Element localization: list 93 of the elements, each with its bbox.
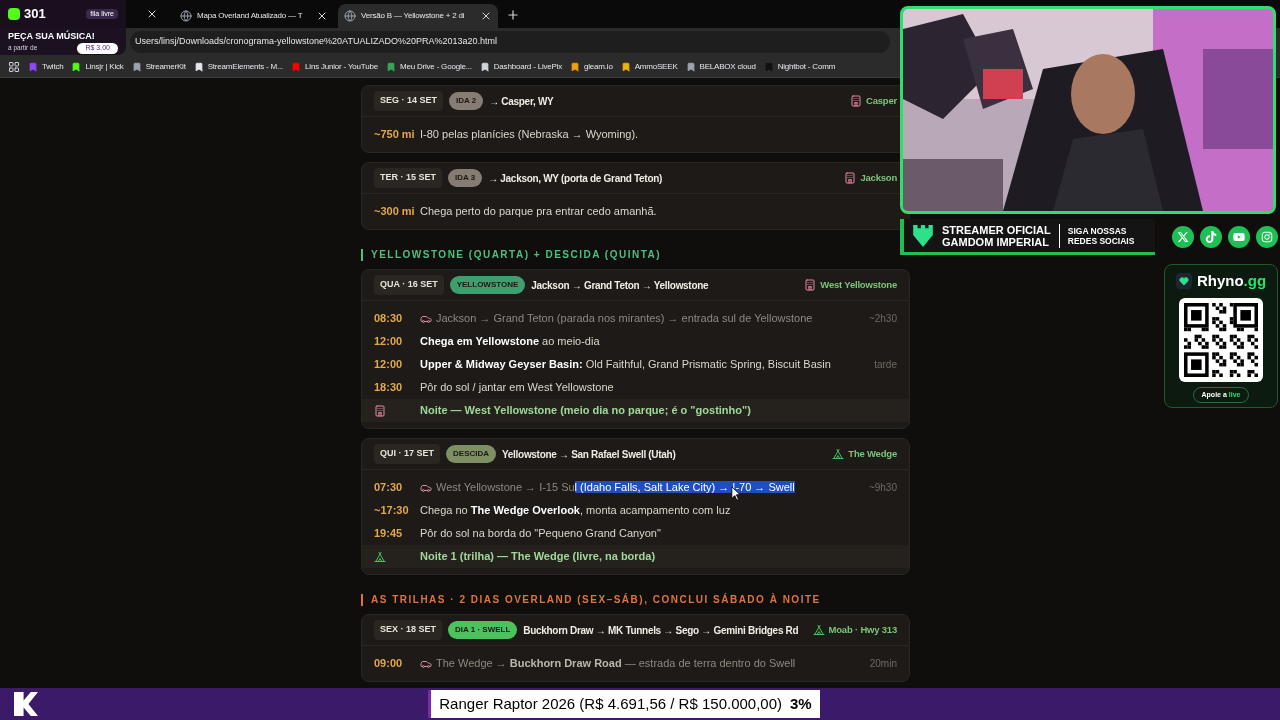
- section-heading: YELLOWSTONE (QUARTA) + DESCIDA (QUINTA): [371, 248, 662, 262]
- hotel-icon: [804, 279, 817, 291]
- social-caption: SIGA NOSSAS: [1067, 225, 1128, 236]
- youtube-logo-icon[interactable]: [1228, 226, 1250, 248]
- activity-text: Chega perto do parque pra entrar cedo amanhã.: [420, 204, 657, 220]
- goal-title: Ranger Raptor 2026 (R$ 4.691,56 / R$ 150.000,00): [439, 693, 782, 714]
- instagram-logo-icon[interactable]: [1256, 226, 1278, 248]
- close-tab-icon[interactable]: [146, 8, 158, 20]
- bookmark-link[interactable]: AmmoSEEK: [620, 60, 678, 73]
- day-tag: IDA 3: [448, 169, 483, 187]
- tiktok-logo-icon[interactable]: [1200, 226, 1222, 248]
- lodging-label: West Yellowstone: [820, 277, 897, 292]
- day-route-title: → Jackson, WY (porta de Grand Teton): [488, 171, 663, 186]
- duration-note: tarde: [874, 358, 897, 372]
- date-label: SEX · 18 SET: [374, 620, 443, 640]
- time-label: ~300 mi: [374, 204, 416, 220]
- kick-logo-icon: [8, 7, 20, 20]
- time-label: ~750 mi: [374, 127, 416, 143]
- x-logo-icon[interactable]: [1172, 226, 1194, 248]
- day-route-title: Yellowstone → San Rafael Swell (Utah): [502, 447, 676, 462]
- lodging-label: Jackson: [860, 170, 897, 185]
- browser-tab[interactable]: Mapa Overland Atualizado — T: [174, 4, 334, 28]
- day-tag: YELLOWSTONE: [449, 276, 526, 294]
- bookmark-link[interactable]: Twitch: [28, 60, 64, 73]
- activity-text: Pôr do sol na borda do "Pequeno Grand Canyon": [420, 526, 661, 542]
- time-label: 12:00: [374, 357, 404, 373]
- lodging-label: Casper: [866, 93, 897, 108]
- drive-route-text: West Yellowstone → I-15 Sul (Idaho Falls, Salt Lake City) → I-70 → Swell: [436, 480, 795, 496]
- address-bar[interactable]: Users/linsj/Downloads/cronograma-yellowstone%20ATUALIZADO%20PRA%2013a20.html: [130, 31, 890, 53]
- time-label: 08:30: [374, 311, 404, 327]
- time-label: ~17:30: [374, 503, 410, 519]
- queue-count: 301: [24, 5, 46, 23]
- day-route-title: Jackson → Grand Teton → Yellowstone: [531, 278, 709, 293]
- activity-text: Pôr do sol / jantar em West Yellowstone: [420, 380, 614, 396]
- sponsor-title: STREAMER OFICIAL: [942, 223, 1051, 236]
- bookmark-link[interactable]: StreamElements - M...: [193, 60, 284, 73]
- kick-logo-icon: [14, 692, 38, 716]
- bookmark-link[interactable]: Nightbot - Comm: [763, 60, 836, 73]
- lodging-label: Moab · Hwy 313: [828, 622, 897, 637]
- tent-icon: [374, 550, 386, 563]
- bookmark-link[interactable]: Lins Junior - YouTube: [291, 60, 378, 73]
- duration-note: ~2h30: [868, 312, 897, 326]
- tab-title: Mapa Overland Atualizado — T: [197, 10, 304, 22]
- bookmark-link[interactable]: Meu Drive - Google...: [385, 60, 472, 73]
- day-tag: DESCIDA: [446, 445, 497, 463]
- browser-tab[interactable]: Versão B — Yellowstone + 2 di: [338, 4, 498, 28]
- song-request-title: PEÇA SUA MÚSICA!: [8, 29, 96, 43]
- apps-icon[interactable]: [8, 60, 20, 73]
- bookmark-link[interactable]: StreamerKit: [131, 60, 186, 73]
- duration-note: 20min: [869, 657, 897, 671]
- time-label: 18:30: [374, 380, 404, 396]
- time-label: 07:30: [374, 480, 404, 496]
- night-stay-text: Noite — West Yellowstone (meio dia no parque; é o "gostinho"): [420, 403, 751, 419]
- day-route-title: Buckhorn Draw → MK Tunnels → Sego → Gemini Bridges Rd: [523, 623, 799, 638]
- date-label: TER · 15 SET: [374, 168, 442, 188]
- bookmark-link[interactable]: Dashboard - LivePix: [479, 60, 563, 73]
- section-heading: AS TRILHAS · 2 DIAS OVERLAND (SEX–SÁB), CONCLUI SÁBADO À NOITE: [371, 592, 821, 607]
- sponsor-title: GAMDOM IMPERIAL: [942, 235, 1050, 248]
- night-stay-text: Noite 1 (trilha) — The Wedge (livre, na borda): [420, 549, 656, 565]
- bookmark-link[interactable]: Linsjr | Kick: [71, 60, 124, 73]
- day-tag: IDA 2: [449, 92, 484, 110]
- date-label: QUI · 17 SET: [374, 444, 440, 464]
- globe-icon: [180, 10, 192, 22]
- bookmark-link[interactable]: gleam.io: [570, 60, 613, 73]
- day-tag: DIA 1 · SWELL: [448, 621, 518, 639]
- social-caption: REDES SOCIAIS: [1067, 235, 1135, 246]
- close-tab-icon[interactable]: [316, 10, 328, 22]
- brand-name: Rhyno.gg: [1196, 271, 1267, 291]
- close-tab-icon[interactable]: [480, 10, 492, 22]
- tab-title: Versão B — Yellowstone + 2 di: [361, 10, 466, 22]
- activity-text: I-80 pelas planícies (Nebraska → Wyoming).: [420, 127, 639, 143]
- date-label: SEG · 14 SET: [374, 91, 444, 111]
- activity-text: Upper & Midway Geyser Basin: Old Faithful, Grand Prismatic Spring, Biscuit Basin: [420, 357, 831, 373]
- time-label: 09:00: [374, 656, 404, 672]
- goal-percent: 3%: [790, 693, 812, 714]
- activity-text: Chega no The Wedge Overlook, monta acampamento com luz: [420, 503, 731, 519]
- tent-icon: [832, 448, 845, 460]
- lodging-label: The Wedge: [848, 446, 897, 461]
- tent-icon: [812, 624, 825, 636]
- hotel-icon: [844, 172, 857, 184]
- day-route-title: → Casper, WY: [489, 94, 554, 109]
- hotel-icon: [850, 95, 862, 107]
- bookmark-link[interactable]: BELABOX cloud: [685, 60, 756, 73]
- hotel-icon: [374, 404, 386, 417]
- time-label: 12:00: [374, 334, 404, 350]
- duration-note: ~9h30: [868, 481, 897, 495]
- drive-route-text: The Wedge → Buckhorn Draw Road — estrada de terra dentro do Swell: [436, 656, 796, 672]
- date-label: QUA · 16 SET: [374, 275, 444, 295]
- globe-icon: [344, 10, 356, 22]
- new-tab-icon[interactable]: [506, 8, 520, 22]
- drive-route-text: Jackson → Grand Teton (parada nos mirantes) → entrada sul de Yellowstone: [436, 311, 813, 327]
- activity-text: Chega em Yellowstone ao meio-dia: [420, 334, 600, 350]
- time-label: 19:45: [374, 526, 404, 542]
